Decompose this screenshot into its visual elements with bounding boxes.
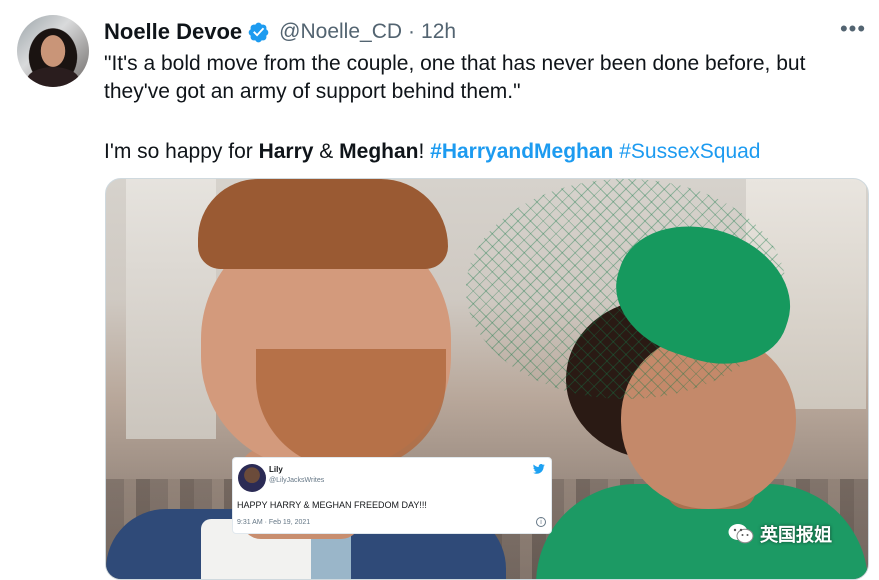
text-exclamation: ! [418, 140, 431, 163]
embedded-author-handle: @LilyJacksWrites [269, 477, 325, 484]
tweet-timestamp[interactable]: 12h [421, 20, 456, 44]
author-name[interactable]: Noelle Devoe [104, 19, 242, 45]
author-avatar[interactable] [17, 15, 89, 87]
embedded-tweet-date: 9:31 AM · Feb 19, 2021 [237, 519, 311, 526]
embedded-tweet-text: HAPPY HARRY & MEGHAN FREEDOM DAY!!! [237, 500, 427, 510]
info-icon: i [536, 517, 546, 527]
tweet-quote: "It's a bold move from the couple, one t… [104, 52, 806, 103]
embedded-avatar [238, 464, 266, 492]
tweet-text: "It's a bold move from the couple, one t… [104, 50, 864, 166]
hashtag-sussexsquad[interactable]: #SussexSquad [619, 140, 760, 163]
tweet-media-photo[interactable]: Lily @LilyJacksWrites HAPPY HARRY & MEGH… [105, 178, 869, 580]
more-dots-icon[interactable]: ••• [838, 18, 868, 45]
watermark-text: 英国报姐 [760, 525, 832, 545]
embedded-tweet-card: Lily @LilyJacksWrites HAPPY HARRY & MEGH… [232, 457, 552, 534]
wechat-icon [728, 524, 754, 544]
name-harry: Harry [258, 140, 314, 163]
watermark: 英国报姐 [728, 519, 832, 549]
tweet-line2: I'm so happy for Harry & Meghan! #Harrya… [104, 138, 864, 166]
embedded-author-name: Lily [269, 465, 283, 474]
text-ampersand: & [313, 140, 340, 163]
photo-harry-hair [198, 179, 448, 269]
avatar-shoulders [27, 67, 79, 87]
twitter-bird-icon [533, 464, 545, 474]
text-prefix: I'm so happy for [104, 140, 259, 163]
tweet-header: Noelle Devoe @Noelle_CD · 12h [104, 18, 456, 46]
hashtag-harryandmeghan[interactable]: #HarryandMeghan [430, 140, 613, 163]
header-separator: · [408, 20, 416, 43]
verified-badge-icon [247, 21, 270, 44]
name-meghan: Meghan [339, 140, 419, 163]
author-handle[interactable]: @Noelle_CD [279, 20, 402, 44]
